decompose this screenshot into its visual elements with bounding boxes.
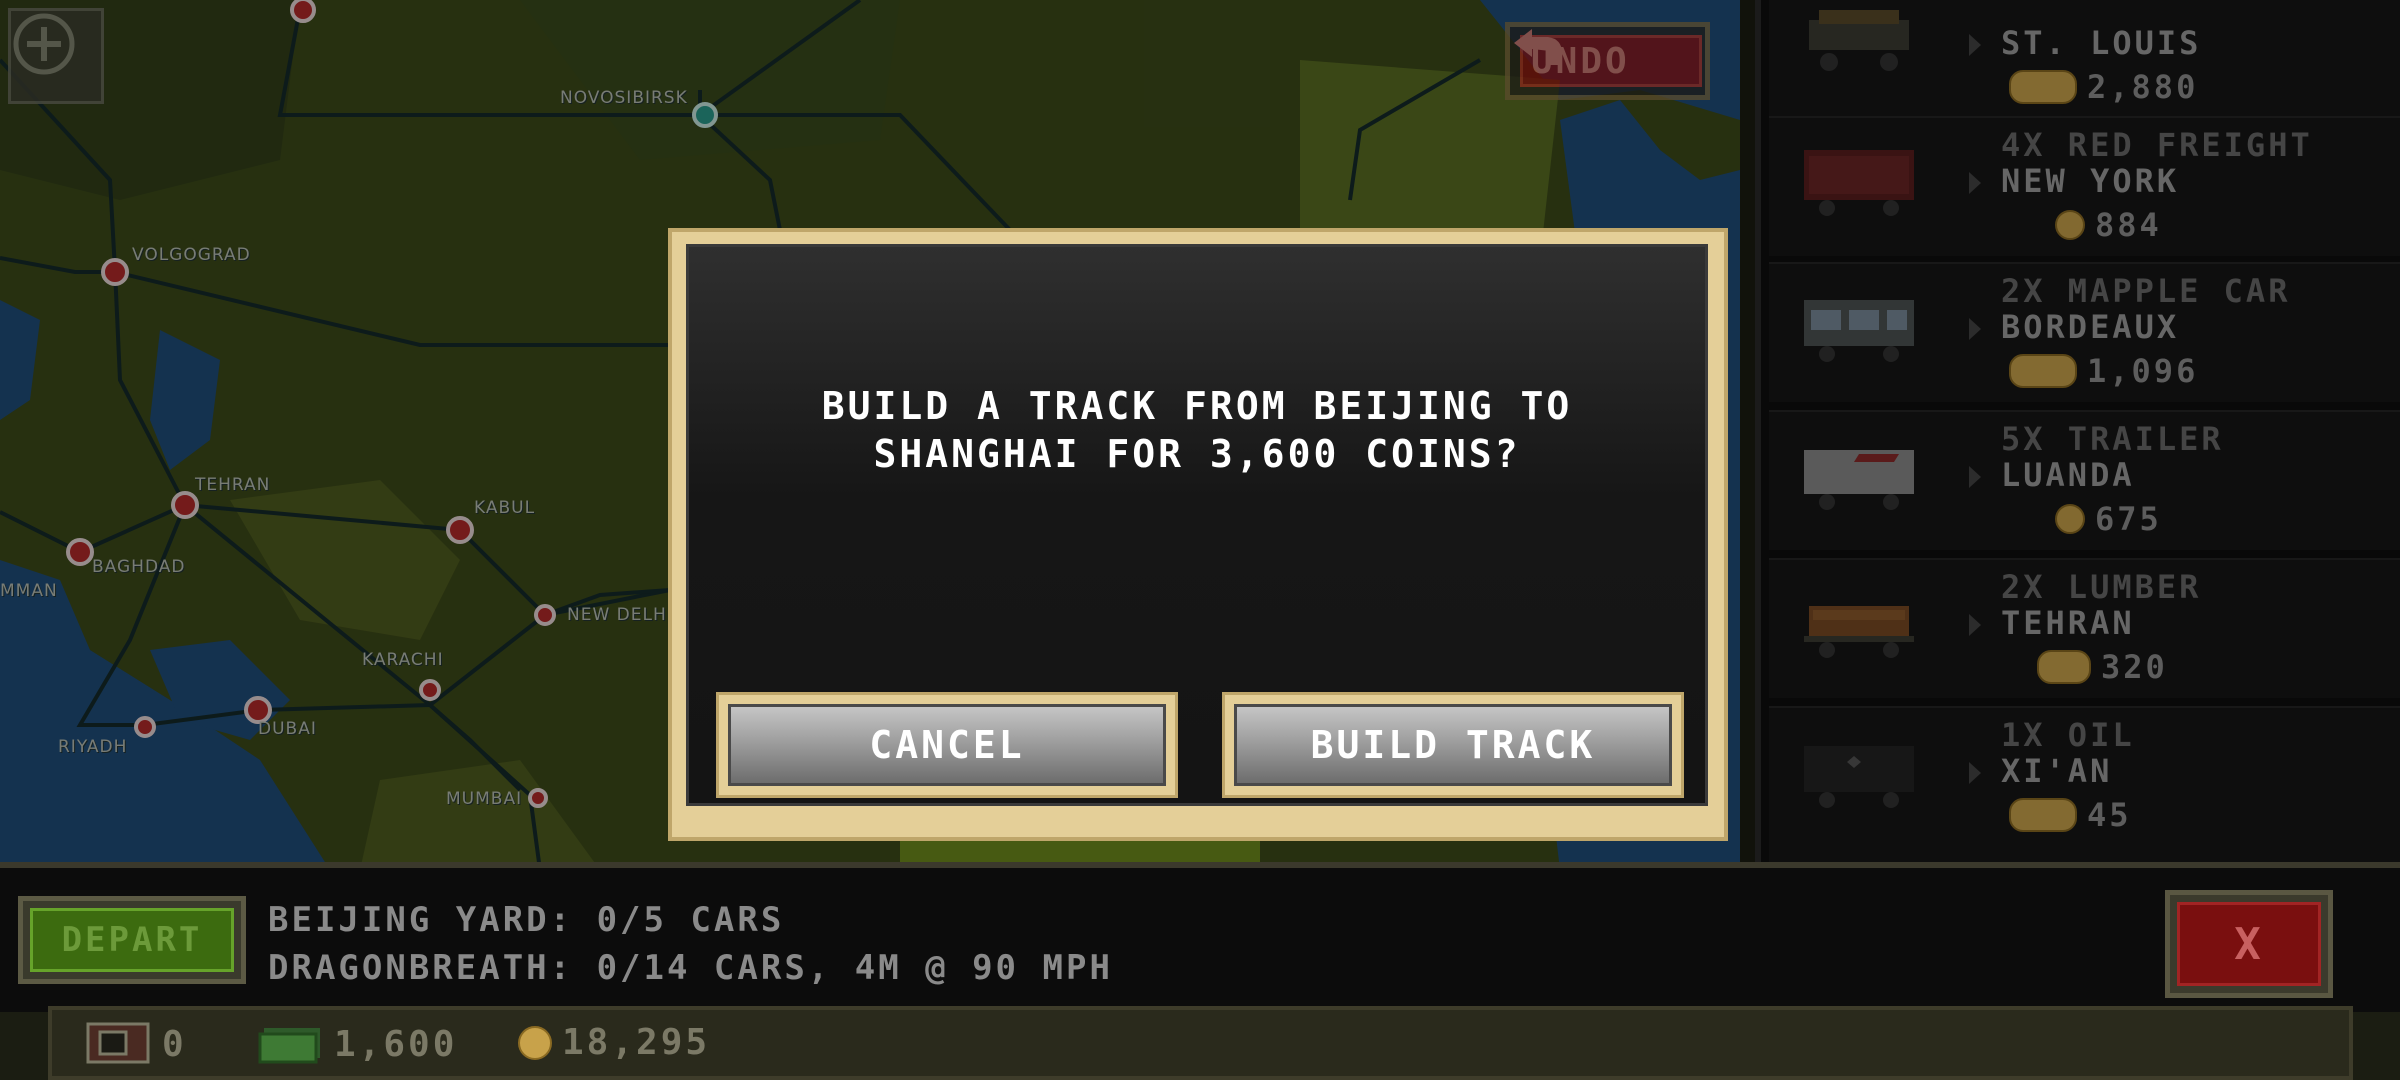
dialog-message: BUILD A TRACK FROM BEIJING TO SHANGHAI F… [686, 382, 1708, 478]
build-track-label: BUILD TRACK [1234, 704, 1672, 786]
train-info-bar: DEPART BEIJING YARD: 0/5 CARS DRAGONBREA… [0, 862, 2400, 1012]
close-icon: X [2177, 902, 2321, 986]
dialog-message-line-1: BUILD A TRACK FROM BEIJING TO [821, 384, 1573, 428]
coin-value: 18,295 [562, 1022, 711, 1063]
cars-count-value: 0 [162, 1023, 187, 1065]
coin-balance: 18,295 [518, 1022, 710, 1063]
cash-icon [258, 1028, 320, 1064]
depart-button[interactable]: DEPART [18, 896, 246, 984]
cars-count: 0 [86, 1022, 187, 1066]
close-button[interactable]: X [2165, 890, 2333, 998]
depart-label: DEPART [30, 908, 234, 972]
status-bar: 0 1,600 18,295 [48, 1006, 2353, 1080]
train-car-icon [86, 1022, 150, 1064]
yard-status: BEIJING YARD: 0/5 CARS [268, 900, 785, 940]
cancel-button[interactable]: CANCEL [716, 692, 1178, 798]
coin-icon [518, 1025, 552, 1060]
cash-balance: 1,600 [258, 1022, 457, 1066]
build-track-button[interactable]: BUILD TRACK [1222, 692, 1684, 798]
cancel-label: CANCEL [728, 704, 1166, 786]
train-status: DRAGONBREATH: 0/14 CARS, 4M @ 90 MPH [268, 948, 1113, 988]
cash-value: 1,600 [334, 1023, 458, 1065]
dialog-message-line-2: SHANGHAI FOR 3,600 COINS? [873, 432, 1521, 476]
